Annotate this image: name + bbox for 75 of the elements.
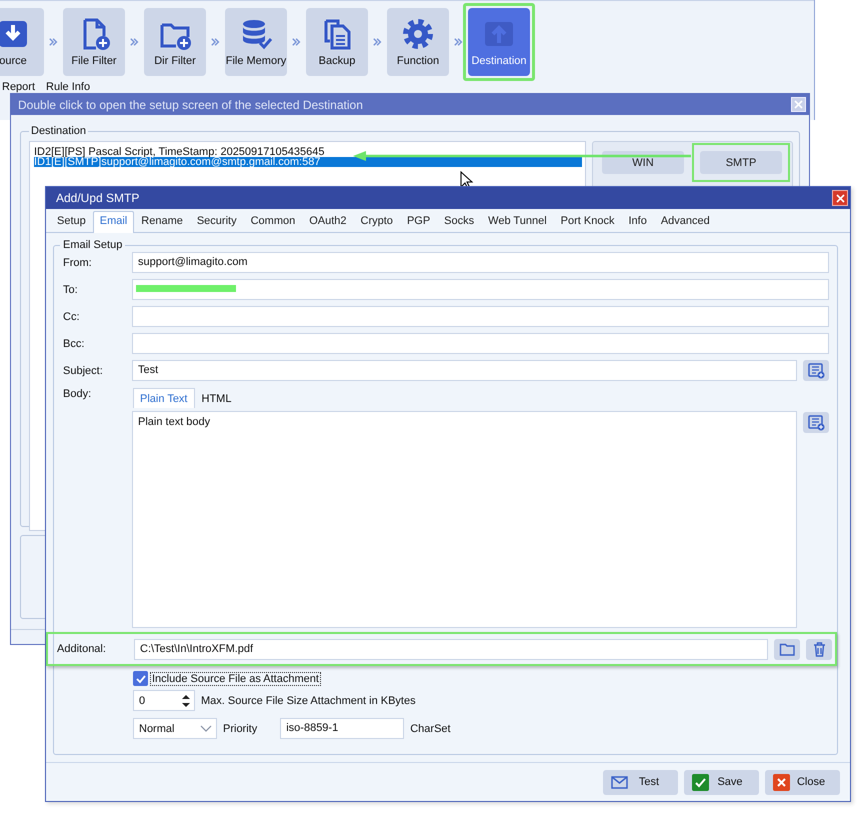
charset-field[interactable]: iso-8859-1 [280,718,404,739]
tab[interactable]: Plain Text [133,388,194,408]
tab[interactable]: Setup [50,211,93,233]
field-label: Cc: [62,310,80,322]
priority-dropdown[interactable]: Normal [133,718,217,739]
tab[interactable]: Report [2,81,36,93]
chevron-icon [130,37,139,47]
window-title: Double click to open the setup screen of the selected Destination [18,98,363,112]
toolbar-step-button[interactable]: Destination [463,3,535,81]
template-list-button[interactable] [803,412,829,433]
input-field[interactable] [132,306,829,327]
chevron-icon [292,37,301,47]
body-text-area[interactable]: Plain text body [132,411,797,628]
close-icon [834,192,846,204]
template-list-button[interactable] [803,360,829,381]
close-icon [773,774,790,790]
tab[interactable]: Common [244,211,302,233]
field-label: From: [62,256,93,268]
close-button[interactable] [832,190,848,206]
tab[interactable]: Rename [134,211,190,233]
dialog-button[interactable]: Close [765,770,840,794]
input-field[interactable] [132,333,829,354]
list-plus-icon [808,414,824,430]
checkbox[interactable] [133,671,148,686]
tab[interactable]: Port Knock [554,211,622,233]
chevron-icon [373,37,382,47]
tab[interactable]: HTML [194,388,238,408]
field-label: Max. Source File Size Attachment in KBytes [201,694,416,706]
group-label: Email Setup [63,239,122,251]
number-spinner[interactable]: 0 [133,690,195,711]
group-label: Destination [31,125,86,137]
gear-icon [401,17,435,51]
check-icon [134,672,146,684]
field-label: Subject: [62,364,104,376]
chevron-icon [454,37,463,47]
input-field[interactable]: C:\Test\In\IntroXFM.pdf [134,638,768,660]
tab[interactable]: Email [92,211,134,233]
dialog-button[interactable]: Test [603,770,678,794]
chevron-icon [49,37,58,47]
chevron-icon [211,37,220,47]
spin-arrows-icon [181,694,191,708]
input-field[interactable]: Test [132,360,797,381]
destination-type-button[interactable]: SMTP [692,143,790,182]
destination-list-item[interactable]: ID2[E][PS] Pascal Script, TimeStamp: 20250917105435645 [34,147,582,157]
field-label: Additonal: [56,643,107,655]
field-label: Bcc: [62,338,86,350]
destination-list-item[interactable]: ID1[E][SMTP]support@limagito.com@smtp.gmail.com:587 [34,157,582,167]
tab[interactable]: Crypto [354,211,400,233]
field-label: To: [62,284,79,296]
dialog-button[interactable]: Save [684,770,759,794]
delete-button[interactable] [806,638,832,660]
window-title: Add/Upd SMTP [56,191,140,205]
tab[interactable]: PGP [400,211,438,233]
tab[interactable]: Socks [437,211,482,233]
tab[interactable]: OAuth2 [302,211,354,233]
check-icon [692,774,709,790]
input-field[interactable] [132,279,829,300]
field-label: Priority [223,722,258,734]
tab[interactable]: Advanced [654,211,717,233]
chevron-down-icon [200,725,212,732]
input-field[interactable]: support@limagito.com [132,252,829,273]
folder-icon [778,641,796,657]
dropdown-value: Normal [139,722,174,734]
tab[interactable]: Info [621,211,654,233]
field-label: Body: [62,388,92,402]
browse-button[interactable] [774,638,800,660]
field-label: CharSet [410,722,451,734]
close-icon [793,99,804,110]
checkbox-label[interactable]: Include Source File as Attachment [150,672,321,686]
tab[interactable]: Rule Info [46,81,90,93]
envelope-icon [611,774,628,790]
list-plus-icon [808,362,824,378]
tab[interactable]: Security [190,211,244,233]
spinner-value: 0 [139,694,146,706]
tab[interactable]: Web Tunnel [481,211,554,233]
